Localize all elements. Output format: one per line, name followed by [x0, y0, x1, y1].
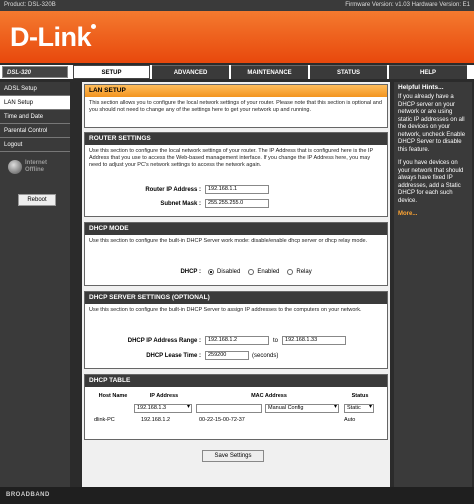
sidebar-item-logout[interactable]: Logout: [0, 138, 70, 152]
table-input-row: 192.168.1.3 Manual Config Static: [93, 403, 377, 414]
reboot-button[interactable]: Reboot: [18, 194, 56, 206]
dhcp-label: DHCP :: [180, 269, 201, 275]
section-title: DHCP SERVER SETTINGS (OPTIONAL): [85, 292, 387, 304]
radio-relay[interactable]: [287, 269, 294, 275]
col-header-ip: IP Address: [149, 393, 179, 399]
status-line-2: Offline: [25, 167, 44, 173]
more-link[interactable]: More...: [398, 211, 468, 219]
router-ip-label: Router IP Address :: [145, 186, 201, 193]
ip-select[interactable]: 192.168.1.3: [134, 404, 192, 413]
tab-setup[interactable]: SETUP: [73, 65, 150, 79]
navigation-bar: DSL-320 SETUP ADVANCED MAINTENANCE STATU…: [0, 65, 474, 79]
dhcp-range-label: DHCP IP Address Range :: [127, 337, 201, 344]
globe-icon: [8, 160, 22, 174]
product-label: Product: DSL-320B: [4, 2, 56, 8]
section-title: LAN SETUP: [85, 85, 387, 97]
brand-header: D-Link: [0, 11, 474, 63]
lease-time-input[interactable]: 259200: [205, 351, 249, 360]
dhcp-table: Host Name IP Address MAC Address Status …: [93, 389, 377, 425]
lease-time-row: DHCP Lease Time : 259200 (seconds): [105, 351, 278, 360]
dhcp-server-section: DHCP SERVER SETTINGS (OPTIONAL) Use this…: [84, 291, 388, 369]
range-to-label: to: [273, 337, 279, 344]
helpful-hints-panel: Helpful Hints... If you already have a D…: [394, 82, 472, 487]
tab-help[interactable]: HELP: [389, 65, 467, 79]
range-end-input[interactable]: 192.168.1.33: [282, 336, 347, 345]
section-description: Use this section to configure the built-…: [89, 307, 362, 313]
section-title: DHCP MODE: [85, 223, 387, 235]
sidebar-item-adsl-setup[interactable]: ADSL Setup: [0, 82, 70, 96]
save-settings-button[interactable]: Save Settings: [202, 450, 264, 462]
cell-mac: 00-22-15-00-72-37: [199, 416, 245, 423]
top-info-bar: Product: DSL-320B Firmware Version: v1.0…: [0, 0, 474, 11]
dhcp-mode-section: DHCP MODE Use this section to configure …: [84, 222, 388, 286]
col-header-status: Status: [351, 393, 369, 399]
subnet-mask-input[interactable]: 255.255.255.0: [205, 199, 269, 208]
internet-status: Internet Offline: [8, 160, 47, 174]
tab-maintenance[interactable]: MAINTENANCE: [231, 65, 308, 79]
cell-ip: 192.168.1.2: [141, 416, 171, 423]
cell-host: dlink-PC: [94, 416, 115, 423]
subnet-mask-label: Subnet Mask :: [160, 200, 201, 207]
radio-disabled-label: Disabled: [217, 269, 241, 275]
sidebar-item-time-and-date[interactable]: Time and Date: [0, 110, 70, 124]
hints-title: Helpful Hints...: [398, 84, 444, 91]
firmware-label: Firmware Version: v1.03 Hardware Version…: [345, 2, 470, 8]
router-ip-row: Router IP Address : 192.168.1.1: [105, 185, 269, 194]
hint-paragraph-2: If you have devices on your network that…: [398, 160, 464, 204]
section-title: DHCP TABLE: [85, 375, 387, 387]
lease-unit-label: (seconds): [252, 352, 279, 359]
sidebar-item-parental-control[interactable]: Parental Control: [0, 124, 70, 138]
sidebar: ADSL Setup LAN Setup Time and Date Paren…: [0, 82, 70, 487]
section-description: Use this section to configure the built-…: [89, 238, 368, 244]
radio-relay-label: Relay: [296, 269, 312, 275]
router-settings-section: ROUTER SETTINGS Use this section to conf…: [84, 132, 388, 217]
section-description: Use this section to configure the local …: [89, 148, 374, 168]
model-badge: DSL-320: [2, 66, 68, 78]
dhcp-table-section: DHCP TABLE Host Name IP Address MAC Addr…: [84, 374, 388, 440]
radio-enabled[interactable]: [248, 269, 255, 275]
table-row: dlink-PC 192.168.1.2 00-22-15-00-72-37 A…: [93, 414, 377, 425]
status-line-1: Internet: [25, 160, 48, 166]
dhcp-mode-row: DHCP : Disabled Enabled Relay: [105, 269, 312, 275]
section-title: ROUTER SETTINGS: [85, 133, 387, 145]
col-header-mac: MAC Address: [251, 393, 287, 399]
status-select[interactable]: Static: [344, 404, 374, 413]
sidebar-item-lan-setup[interactable]: LAN Setup: [0, 96, 70, 110]
dhcp-range-row: DHCP IP Address Range : 192.168.1.2 to 1…: [105, 336, 347, 345]
lan-setup-section: LAN SETUP This section allows you to con…: [84, 84, 388, 128]
dlink-logo: D-Link: [10, 22, 96, 53]
router-ip-input[interactable]: 192.168.1.1: [205, 185, 269, 194]
range-start-input[interactable]: 192.168.1.2: [205, 336, 269, 345]
section-description: This section allows you to configure the…: [89, 100, 382, 113]
subnet-mask-row: Subnet Mask : 255.255.255.0: [105, 199, 269, 208]
footer-bar: BROADBAND: [0, 487, 474, 504]
radio-disabled[interactable]: [208, 269, 214, 275]
col-header-host: Host Name: [98, 393, 128, 399]
config-select[interactable]: Manual Config: [265, 404, 339, 413]
main-content: LAN SETUP This section allows you to con…: [82, 82, 390, 487]
tab-status[interactable]: STATUS: [310, 65, 387, 79]
main-tabs: SETUP ADVANCED MAINTENANCE STATUS HELP: [73, 65, 469, 79]
cell-status: Auto: [344, 416, 356, 423]
mac-input[interactable]: [196, 404, 262, 413]
lease-time-label: DHCP Lease Time :: [146, 352, 201, 359]
hint-paragraph-1: If you already have a DHCP server on you…: [398, 94, 466, 153]
tab-advanced[interactable]: ADVANCED: [152, 65, 229, 79]
radio-enabled-label: Enabled: [257, 269, 280, 275]
